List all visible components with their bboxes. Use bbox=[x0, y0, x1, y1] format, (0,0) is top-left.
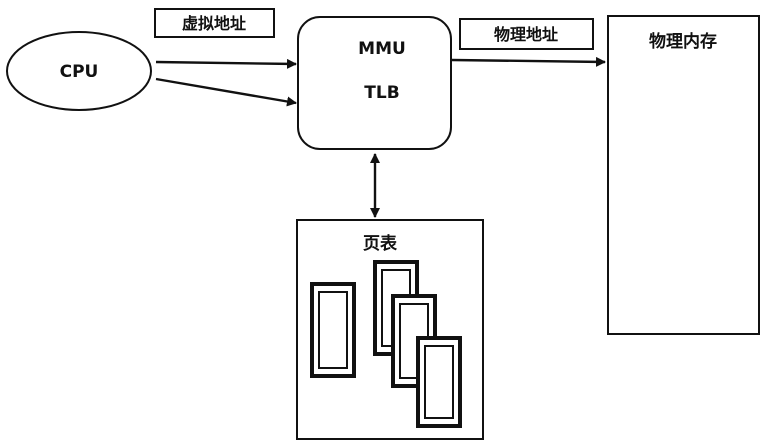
physical-address-label-box: 物理地址 bbox=[459, 18, 594, 50]
physical-address-label: 物理地址 bbox=[494, 25, 558, 44]
virtual-address-label-box: 虚拟地址 bbox=[154, 8, 275, 38]
page-table-label: 页表 bbox=[363, 233, 398, 254]
cpu-node: CPU bbox=[6, 31, 152, 111]
physical-memory-label: 物理内存 bbox=[649, 31, 717, 52]
page-table-node: 页表 bbox=[296, 219, 484, 440]
mmu-tlb-node: MMU TLB bbox=[297, 16, 452, 150]
physical-memory-node: 物理内存 bbox=[607, 15, 760, 335]
cpu-label: CPU bbox=[60, 62, 99, 82]
mmu-to-memory-arrow bbox=[451, 56, 606, 67]
page-frame-4 bbox=[416, 336, 462, 428]
page-frame-1 bbox=[310, 282, 356, 378]
cpu-to-mmu-arrow-lower bbox=[155, 77, 297, 107]
tlb-label: TLB bbox=[364, 83, 399, 103]
virtual-address-label: 虚拟地址 bbox=[182, 14, 246, 33]
mmu-label: MMU bbox=[358, 39, 406, 59]
diagram-canvas: CPU 虚拟地址 MMU TLB 物理地址 物理内存 页表 bbox=[6, 8, 760, 440]
cpu-to-mmu-arrow-upper bbox=[155, 58, 297, 69]
